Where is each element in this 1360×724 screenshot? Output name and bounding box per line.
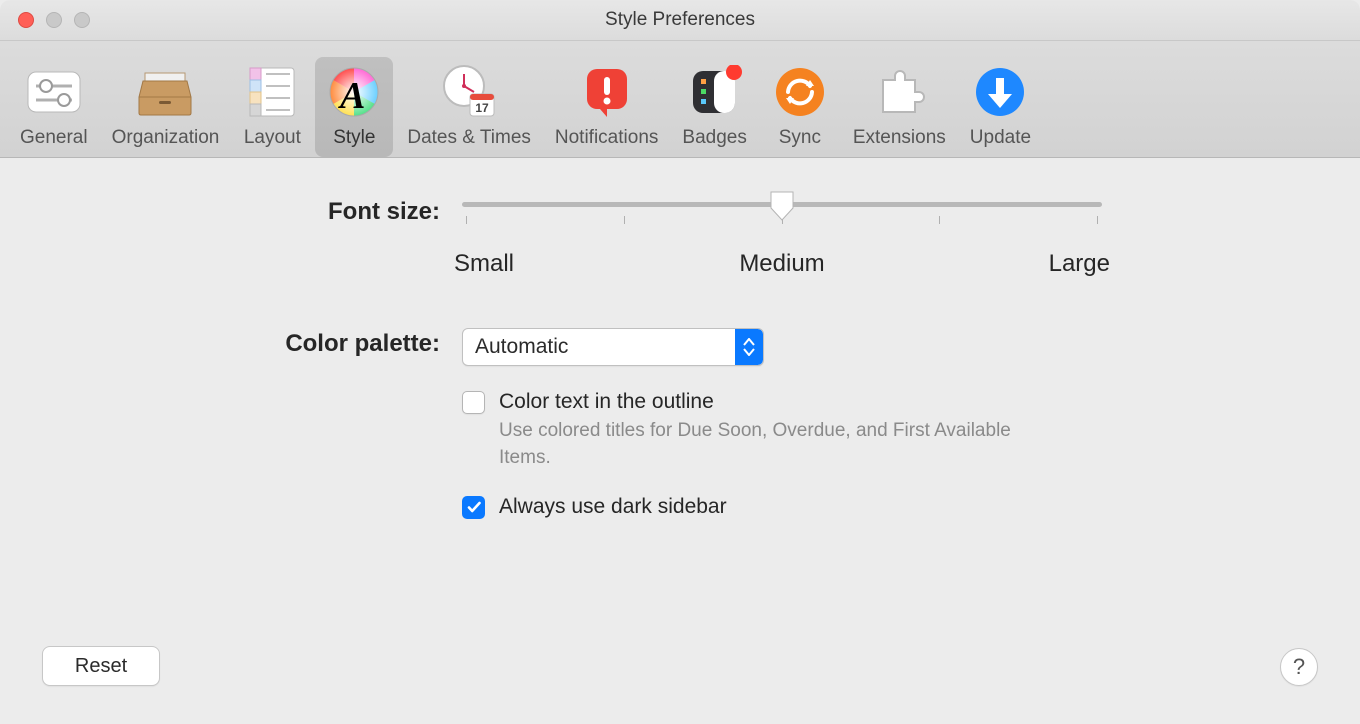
- slider-labels: Small Medium Large: [462, 250, 1102, 278]
- puzzle-icon: [870, 63, 928, 121]
- help-button[interactable]: ?: [1280, 648, 1318, 686]
- tab-general[interactable]: General: [10, 57, 98, 157]
- sync-icon: [771, 63, 829, 121]
- tab-label: Sync: [779, 127, 821, 149]
- color-palette-value: Automatic: [463, 335, 735, 359]
- tab-label: Badges: [682, 127, 746, 149]
- tab-label: Organization: [112, 127, 220, 149]
- color-text-checkbox[interactable]: [462, 391, 485, 414]
- svg-text:17: 17: [475, 101, 489, 115]
- tab-update[interactable]: Update: [960, 57, 1041, 157]
- tab-label: Dates & Times: [407, 127, 531, 149]
- color-palette-label: Color palette:: [0, 328, 462, 360]
- drawer-icon: [136, 63, 194, 121]
- tab-badges[interactable]: Badges: [672, 57, 756, 157]
- dark-sidebar-label[interactable]: Always use dark sidebar: [499, 495, 727, 519]
- window-title: Style Preferences: [0, 9, 1360, 31]
- font-size-label: Font size:: [0, 196, 462, 228]
- slider-label-medium: Medium: [722, 250, 842, 278]
- dark-sidebar-row: Always use dark sidebar: [462, 495, 1300, 519]
- tab-label: Update: [970, 127, 1031, 149]
- slider-label-small: Small: [454, 250, 574, 278]
- style-icon: A: [325, 63, 383, 121]
- color-text-label[interactable]: Color text in the outline: [499, 390, 714, 414]
- dark-sidebar-checkbox[interactable]: [462, 496, 485, 519]
- color-text-description: Use colored titles for Due Soon, Overdue…: [499, 418, 1039, 471]
- layout-icon: [243, 63, 301, 121]
- tab-organization[interactable]: Organization: [102, 57, 230, 157]
- clock-calendar-icon: 17: [440, 63, 498, 121]
- tab-label: Notifications: [555, 127, 659, 149]
- style-preferences-window: Style Preferences General: [0, 0, 1360, 724]
- sliders-icon: [25, 63, 83, 121]
- svg-text:A: A: [338, 75, 365, 117]
- color-text-row: Color text in the outline: [462, 390, 1300, 414]
- tab-sync[interactable]: Sync: [761, 57, 839, 157]
- tab-label: General: [20, 127, 88, 149]
- reset-button[interactable]: Reset: [42, 646, 160, 686]
- tab-label: Style: [333, 127, 375, 149]
- tab-notifications[interactable]: Notifications: [545, 57, 669, 157]
- download-icon: [971, 63, 1029, 121]
- tab-style[interactable]: A Style: [315, 57, 393, 157]
- badges-icon: [686, 63, 744, 121]
- tab-extensions[interactable]: Extensions: [843, 57, 956, 157]
- reset-button-label: Reset: [75, 655, 127, 678]
- help-button-label: ?: [1293, 654, 1305, 680]
- slider-label-large: Large: [990, 250, 1110, 278]
- preferences-toolbar: General Organization: [0, 41, 1360, 158]
- tab-label: Extensions: [853, 127, 946, 149]
- alert-icon: [578, 63, 636, 121]
- slider-thumb[interactable]: [769, 190, 795, 220]
- font-size-row: Font size: S: [0, 196, 1360, 278]
- tab-dates-times[interactable]: 17 Dates & Times: [397, 57, 541, 157]
- titlebar: Style Preferences: [0, 0, 1360, 41]
- color-palette-row: Color palette: Automatic Color text in t…: [0, 328, 1360, 519]
- tab-label: Layout: [244, 127, 301, 149]
- font-size-slider[interactable]: Small Medium Large: [462, 196, 1102, 278]
- tab-layout[interactable]: Layout: [233, 57, 311, 157]
- color-palette-popup[interactable]: Automatic: [462, 328, 764, 366]
- style-pane: Font size: S: [0, 156, 1360, 724]
- popup-arrows-icon: [735, 329, 763, 365]
